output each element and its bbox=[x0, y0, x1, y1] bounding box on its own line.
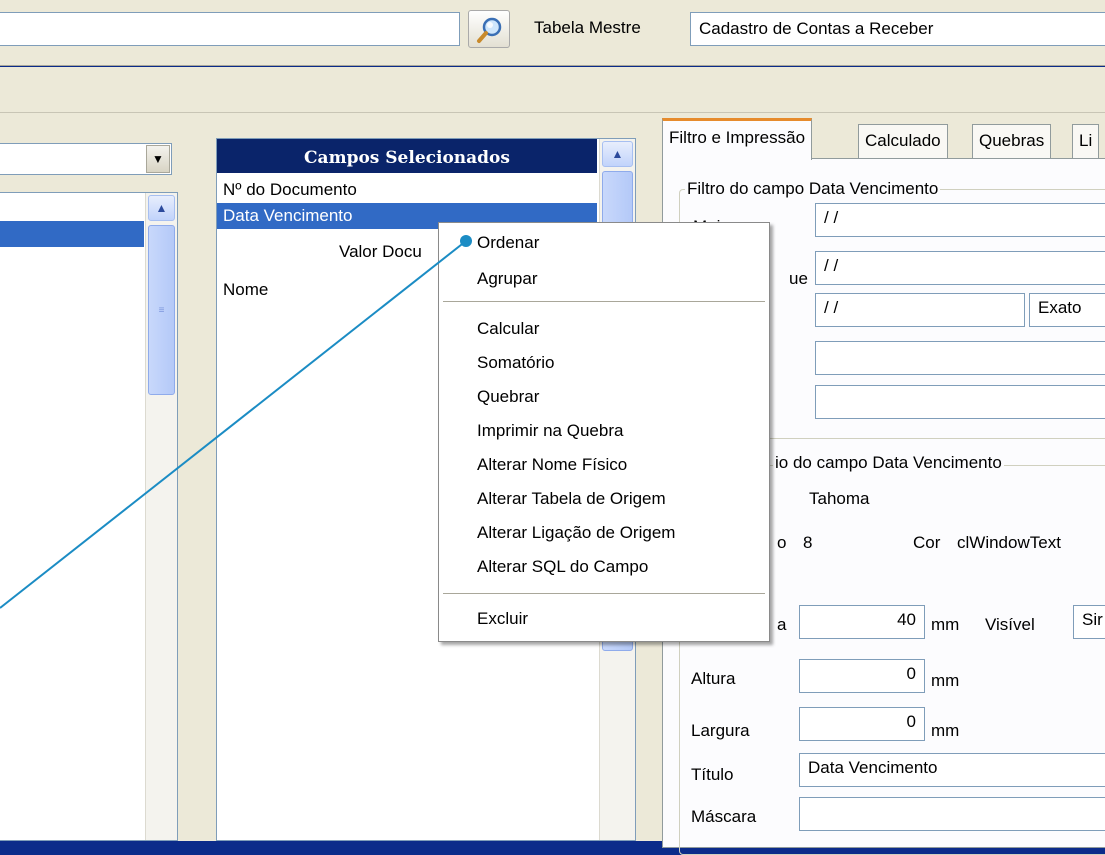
scroll-up-button[interactable]: ▲ bbox=[148, 195, 175, 221]
tab-filter-print[interactable]: Filtro e Impressão bbox=[662, 118, 813, 160]
selected-fields-header: Campos Selecionados bbox=[217, 139, 597, 173]
menu-item-alterar-tabela-origem[interactable]: Alterar Tabela de Origem bbox=[477, 485, 666, 513]
scroll-up-button[interactable]: ▲ bbox=[602, 141, 633, 167]
menu-item-imprimir-na-quebra[interactable]: Imprimir na Quebra bbox=[477, 417, 623, 445]
combo-dropdown-button[interactable]: ▼ bbox=[146, 145, 170, 173]
chevron-down-icon: ▼ bbox=[152, 152, 164, 166]
menu-item-ordenar[interactable]: Ordenar bbox=[477, 229, 539, 257]
scroll-thumb[interactable]: ≡ bbox=[148, 225, 175, 395]
visible-label: Visível bbox=[985, 615, 1035, 634]
list-item[interactable]: Valor Docu bbox=[339, 239, 422, 265]
font-name-value: Tahoma bbox=[809, 489, 870, 508]
menu-separator bbox=[443, 301, 765, 302]
height-label: Altura bbox=[691, 669, 736, 688]
chevron-up-icon: ▲ bbox=[155, 201, 168, 215]
width-label: a bbox=[777, 615, 787, 634]
menu-item-agrupar[interactable]: Agrupar bbox=[477, 265, 537, 293]
chevron-up-icon: ▲ bbox=[611, 147, 624, 161]
secondary-toolbar bbox=[0, 67, 1105, 113]
master-table-label: Tabela Mestre bbox=[534, 18, 641, 37]
size-label: o bbox=[777, 533, 787, 552]
context-menu: Ordenar Agrupar Calcular Somatório Quebr… bbox=[438, 222, 770, 642]
print-group-title: io do campo Data Vencimento bbox=[773, 453, 1004, 473]
title-field[interactable]: Data Vencimento bbox=[799, 753, 1105, 787]
column-width-field[interactable]: 40 bbox=[799, 605, 925, 639]
largura-field[interactable]: 0 bbox=[799, 707, 925, 741]
menu-separator bbox=[443, 593, 765, 594]
mask-combo[interactable] bbox=[799, 797, 1105, 831]
filter-group-title: Filtro do campo Data Vencimento bbox=[685, 179, 941, 199]
title-label: Título bbox=[691, 765, 734, 784]
menu-item-calcular[interactable]: Calcular bbox=[477, 315, 539, 343]
menu-item-alterar-nome-fisico[interactable]: Alterar Nome Físico bbox=[477, 451, 627, 479]
menu-item-excluir[interactable]: Excluir bbox=[477, 605, 528, 633]
filter-mode-select[interactable]: Exato bbox=[1029, 293, 1105, 327]
largura-label: Largura bbox=[691, 721, 750, 740]
magnifier-icon bbox=[476, 16, 504, 49]
mask-label: Máscara bbox=[691, 807, 757, 826]
list-item[interactable]: Nº do Documento bbox=[223, 177, 357, 203]
color-label: Cor bbox=[913, 533, 941, 552]
height-unit: mm bbox=[931, 671, 960, 690]
filter-value-5[interactable] bbox=[815, 385, 1105, 419]
filter-value-3[interactable]: / / bbox=[815, 293, 1025, 327]
size-value: 8 bbox=[803, 533, 813, 552]
list-item[interactable]: Nome bbox=[223, 277, 268, 303]
available-fields-combo[interactable]: ▼ bbox=[0, 143, 172, 175]
tab-calculated[interactable]: Calculado bbox=[858, 124, 948, 158]
menu-item-quebrar[interactable]: Quebrar bbox=[477, 383, 539, 411]
filter-value-4[interactable] bbox=[815, 341, 1105, 375]
menu-item-alterar-sql[interactable]: Alterar SQL do Campo bbox=[477, 553, 648, 581]
left-list-scrollbar[interactable]: ▲ ≡ bbox=[145, 193, 177, 840]
menu-item-somatorio[interactable]: Somatório bbox=[477, 349, 554, 377]
visible-select[interactable]: Sir bbox=[1073, 605, 1105, 639]
less-than-label: ue bbox=[789, 269, 808, 288]
width-unit: mm bbox=[931, 615, 960, 634]
tab-li[interactable]: Li bbox=[1072, 124, 1100, 158]
available-fields-list[interactable]: ▲ ≡ bbox=[0, 192, 178, 841]
list-item-selected[interactable] bbox=[0, 221, 144, 247]
menu-item-alterar-ligacao-origem[interactable]: Alterar Ligação de Origem bbox=[477, 519, 675, 547]
search-button[interactable] bbox=[468, 10, 510, 48]
tab-breaks[interactable]: Quebras bbox=[972, 124, 1052, 158]
color-value: clWindowText bbox=[957, 533, 1061, 552]
master-table-field[interactable]: Cadastro de Contas a Receber bbox=[690, 12, 1105, 46]
filter-value-1[interactable]: / / bbox=[815, 203, 1105, 237]
filter-value-2[interactable]: / / bbox=[815, 251, 1105, 285]
search-input[interactable] bbox=[0, 12, 460, 46]
grip-icon: ≡ bbox=[158, 304, 165, 316]
height-field[interactable]: 0 bbox=[799, 659, 925, 693]
largura-unit: mm bbox=[931, 721, 960, 740]
